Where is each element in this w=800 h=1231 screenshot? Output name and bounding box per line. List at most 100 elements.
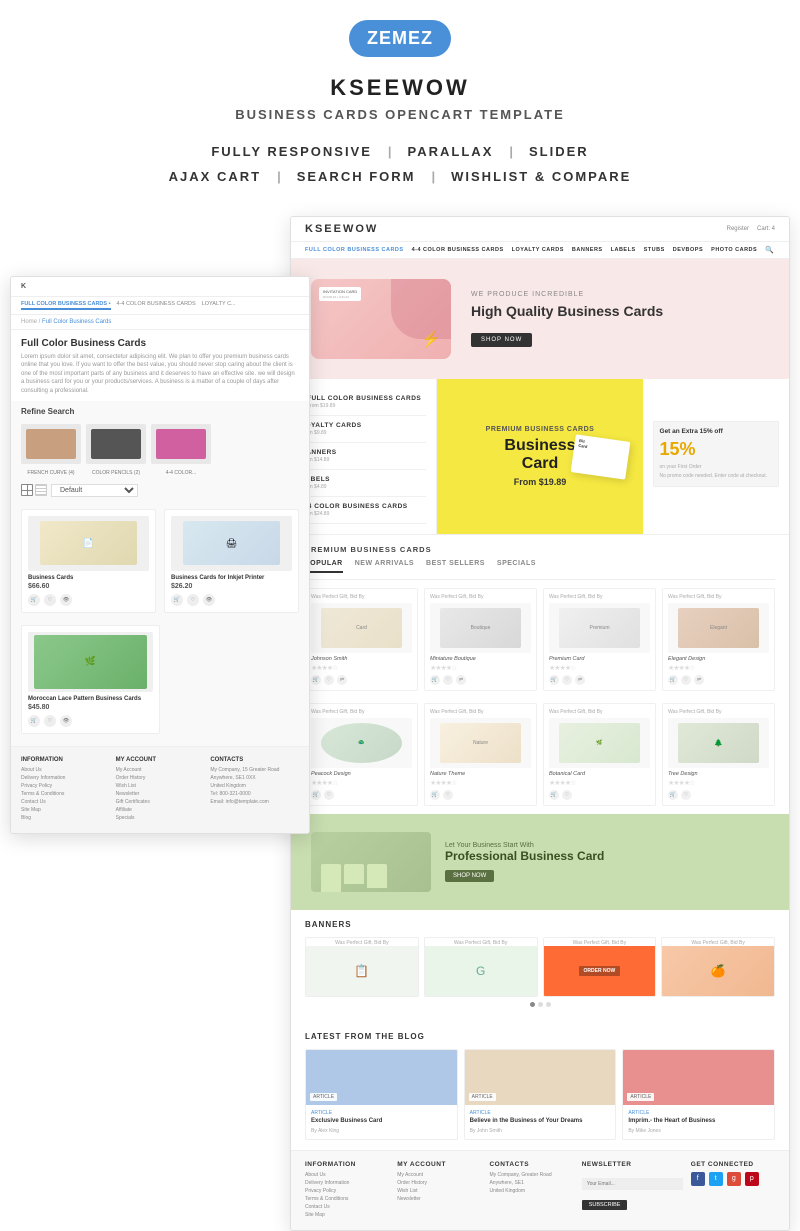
search-icon[interactable]: 🔍 [765,246,774,254]
product-actions: 🛒 ♡ [668,790,769,800]
product-actions: 🛒 ♡ ⇌ [668,675,769,685]
product-image: Elegant [668,603,769,653]
footer-grid: INFORMATION About Us Delivery Informatio… [305,1161,775,1220]
product-image: Boutique [430,603,531,653]
left-footer-col-title: CONTACTS [210,757,299,763]
cart-icon[interactable]: 🛒 [549,790,559,800]
product-item: Was Perfect Gift, Bid By 🌿 Botanical Car… [543,703,656,806]
product-name: Miniature Boutique [430,656,531,662]
blog-author: By Mike Jones [628,1128,769,1134]
compare-icon[interactable]: ⇌ [694,675,704,685]
list-view-icon[interactable] [35,484,47,496]
tab-specials[interactable]: SPECIALS [497,560,536,573]
menu-item-loyalty[interactable]: LOYALTY CARDS From $9.89 [301,416,426,443]
promo-price: From $19.89 [514,477,567,487]
tab-best-sellers[interactable]: BEST SELLERS [426,560,485,573]
tab-popular[interactable]: POPULAR [305,560,343,573]
thumb-item[interactable] [21,424,81,464]
footer-my-account: MY ACCOUNT My Account Order History Wish… [397,1161,481,1220]
thumb-item[interactable] [151,424,211,464]
sort-select[interactable]: Default Price: Low to High Price: High t… [51,484,138,497]
top-header: ZEMEZ KSEEWOW BUSINESS CARDS OPENCART TE… [0,0,800,216]
cart-mini-icon[interactable]: 🛒 [171,594,183,606]
left-footer-information: INFORMATION About Us Delivery Informatio… [21,757,110,823]
blog-date: ARTICLE [469,1093,496,1101]
heart-icon[interactable]: ♡ [324,675,334,685]
menu-item-4-4[interactable]: 4-4 COLOR BUSINESS CARDS From $24.89 [301,497,426,524]
heart-icon[interactable]: ♡ [443,675,453,685]
heart-icon[interactable]: ♡ [562,790,572,800]
register-link[interactable]: Register [727,226,749,232]
compare-icon[interactable]: ⇌ [575,675,585,685]
hero-small-text: WE PRODUCE INCREDIBLE [471,291,769,298]
heart-icon[interactable]: ♡ [562,675,572,685]
heart-mini-icon[interactable]: ♡ [187,594,199,606]
menu-item-banners[interactable]: BANNERS From $14.89 [301,443,426,470]
feature-parallax: PARALLAX [394,140,508,163]
heart-icon[interactable]: ♡ [681,675,691,685]
hero-shop-button[interactable]: SHOP NOW [471,333,532,347]
cart-icon[interactable]: 🛒 [311,675,321,685]
blog-image: ARTICLE [306,1050,457,1105]
nav-full-color[interactable]: FULL COLOR BUSINESS CARDS [305,247,404,253]
product-card-name: Business Cards for Inkjet Printer [171,575,292,581]
eye-mini-icon[interactable]: 👁 [60,594,72,606]
nav-stubs[interactable]: STUBS [644,247,665,253]
footer-information: INFORMATION About Us Delivery Informatio… [305,1161,389,1220]
nav-devbops[interactable]: DEVBOPS [673,247,703,253]
heart-mini-icon[interactable]: ♡ [44,594,56,606]
facebook-icon[interactable]: f [691,1172,705,1186]
hero-text: WE PRODUCE INCREDIBLE High Quality Busin… [471,291,769,347]
eye-mini-icon[interactable]: 👁 [203,594,215,606]
product-name: Elegant Design [668,656,769,662]
nav-4-4-color[interactable]: 4-4 COLOR BUSINESS CARDS [412,247,504,253]
nav-banners[interactable]: BANNERS [572,247,603,253]
product-card-actions: 🛒 ♡ 👁 [171,594,292,606]
subscribe-button[interactable]: SUBSCRIBE [582,1200,628,1210]
site-top-nav: FULL COLOR BUSINESS CARDS 4-4 COLOR BUSI… [291,242,789,259]
product-name: Johnson Smith [311,656,412,662]
eye-mini-icon[interactable]: 👁 [60,715,72,727]
left-nav-link[interactable]: LOYALTY C... [202,301,236,310]
cart-icon[interactable]: 🛒 [430,790,440,800]
nav-photo[interactable]: PHOTO CARDS [711,247,757,253]
product-card-image: 🌿 [28,632,153,692]
cart-icon[interactable]: 🛒 [549,675,559,685]
thumb-item[interactable] [86,424,146,464]
compare-icon[interactable]: ⇌ [456,675,466,685]
nav-labels[interactable]: LABELS [611,247,636,253]
heart-mini-icon[interactable]: ♡ [44,715,56,727]
grid-view-icon[interactable] [21,484,33,496]
google-icon[interactable]: g [727,1172,741,1186]
left-nav-active[interactable]: FULL COLOR BUSINESS CARDS • [21,301,111,310]
green-shop-button[interactable]: SHOP NOW [445,870,494,882]
cart-mini-icon[interactable]: 🛒 [28,594,40,606]
zemez-logo[interactable]: ZEMEZ [349,20,451,57]
cart-link[interactable]: Cart: 4 [757,226,775,232]
compare-icon[interactable]: ⇌ [337,675,347,685]
product-card: 🖨 Business Cards for Inkjet Printer $26.… [164,509,299,613]
left-nav-link[interactable]: 4-4 COLOR BUSINESS CARDS [117,301,196,310]
tab-new-arrivals[interactable]: NEW ARRIVALS [355,560,414,573]
site-footer: INFORMATION About Us Delivery Informatio… [291,1150,789,1230]
cart-icon[interactable]: 🛒 [311,790,321,800]
twitter-icon[interactable]: t [709,1172,723,1186]
products-row1: Was Perfect Gift, Bid By Card Johnson Sm… [305,580,775,699]
menu-item-labels[interactable]: LABELS From $4.89 [301,470,426,497]
product-image: Card [311,603,412,653]
cart-icon[interactable]: 🛒 [430,675,440,685]
newsletter-email-input[interactable] [582,1178,683,1190]
heart-icon[interactable]: ♡ [324,790,334,800]
cart-icon[interactable]: 🛒 [668,675,678,685]
heart-icon[interactable]: ♡ [443,790,453,800]
product-card-image: 📄 [28,516,149,571]
left-footer-contacts: CONTACTS My Company, 15 Greater Road Any… [210,757,299,823]
nav-loyalty[interactable]: LOYALTY CARDS [512,247,564,253]
product-stars: ★★★★☆ [430,664,531,672]
product-card-actions: 🛒 ♡ 👁 [28,715,153,727]
heart-icon[interactable]: ♡ [681,790,691,800]
cart-mini-icon[interactable]: 🛒 [28,715,40,727]
cart-icon[interactable]: 🛒 [668,790,678,800]
menu-item-full-color[interactable]: FULL COLOR BUSINESS CARDS From $19.89 [301,389,426,416]
pinterest-icon[interactable]: p [745,1172,759,1186]
